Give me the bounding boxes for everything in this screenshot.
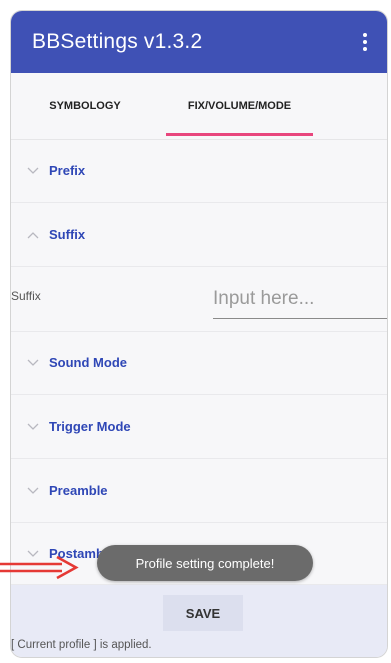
section-label-trigger-mode: Trigger Mode bbox=[49, 419, 131, 434]
chevron-up-icon bbox=[25, 227, 41, 243]
suffix-field-label: Suffix bbox=[11, 289, 41, 303]
profile-status-text: [ Current profile ] is applied. bbox=[11, 639, 152, 651]
section-label-suffix: Suffix bbox=[49, 227, 86, 242]
section-suffix[interactable]: Suffix bbox=[11, 203, 387, 267]
section-sound-mode[interactable]: Sound Mode bbox=[11, 331, 387, 395]
section-label-prefix: Prefix bbox=[49, 163, 86, 178]
chevron-down-icon bbox=[25, 419, 41, 435]
footer-panel: SAVE [ Current profile ] is applied. bbox=[11, 585, 387, 657]
tab-symbology[interactable]: SYMBOLOGY bbox=[11, 73, 159, 139]
suffix-input[interactable] bbox=[213, 279, 387, 319]
section-preamble[interactable]: Preamble bbox=[11, 459, 387, 523]
toast-message: Profile setting complete! bbox=[97, 545, 313, 581]
tab-indicator bbox=[166, 133, 313, 136]
app-bar: BBSettings v1.3.2 bbox=[11, 11, 387, 73]
red-arrow-icon bbox=[0, 555, 79, 580]
tab-bar: SYMBOLOGY FIX/VOLUME/MODE bbox=[11, 73, 387, 140]
section-label-sound-mode: Sound Mode bbox=[49, 355, 127, 370]
chevron-down-icon bbox=[25, 163, 41, 179]
section-prefix[interactable]: Prefix bbox=[11, 139, 387, 203]
chevron-down-icon bbox=[25, 355, 41, 371]
suffix-field-row: Suffix bbox=[11, 267, 387, 332]
section-label-preamble: Preamble bbox=[49, 483, 108, 498]
tab-fix-volume-mode[interactable]: FIX/VOLUME/MODE bbox=[166, 73, 313, 139]
more-vert-icon[interactable] bbox=[355, 27, 375, 57]
app-title: BBSettings v1.3.2 bbox=[32, 30, 203, 53]
save-button[interactable]: SAVE bbox=[163, 595, 243, 631]
chevron-down-icon bbox=[25, 483, 41, 499]
section-trigger-mode[interactable]: Trigger Mode bbox=[11, 395, 387, 459]
